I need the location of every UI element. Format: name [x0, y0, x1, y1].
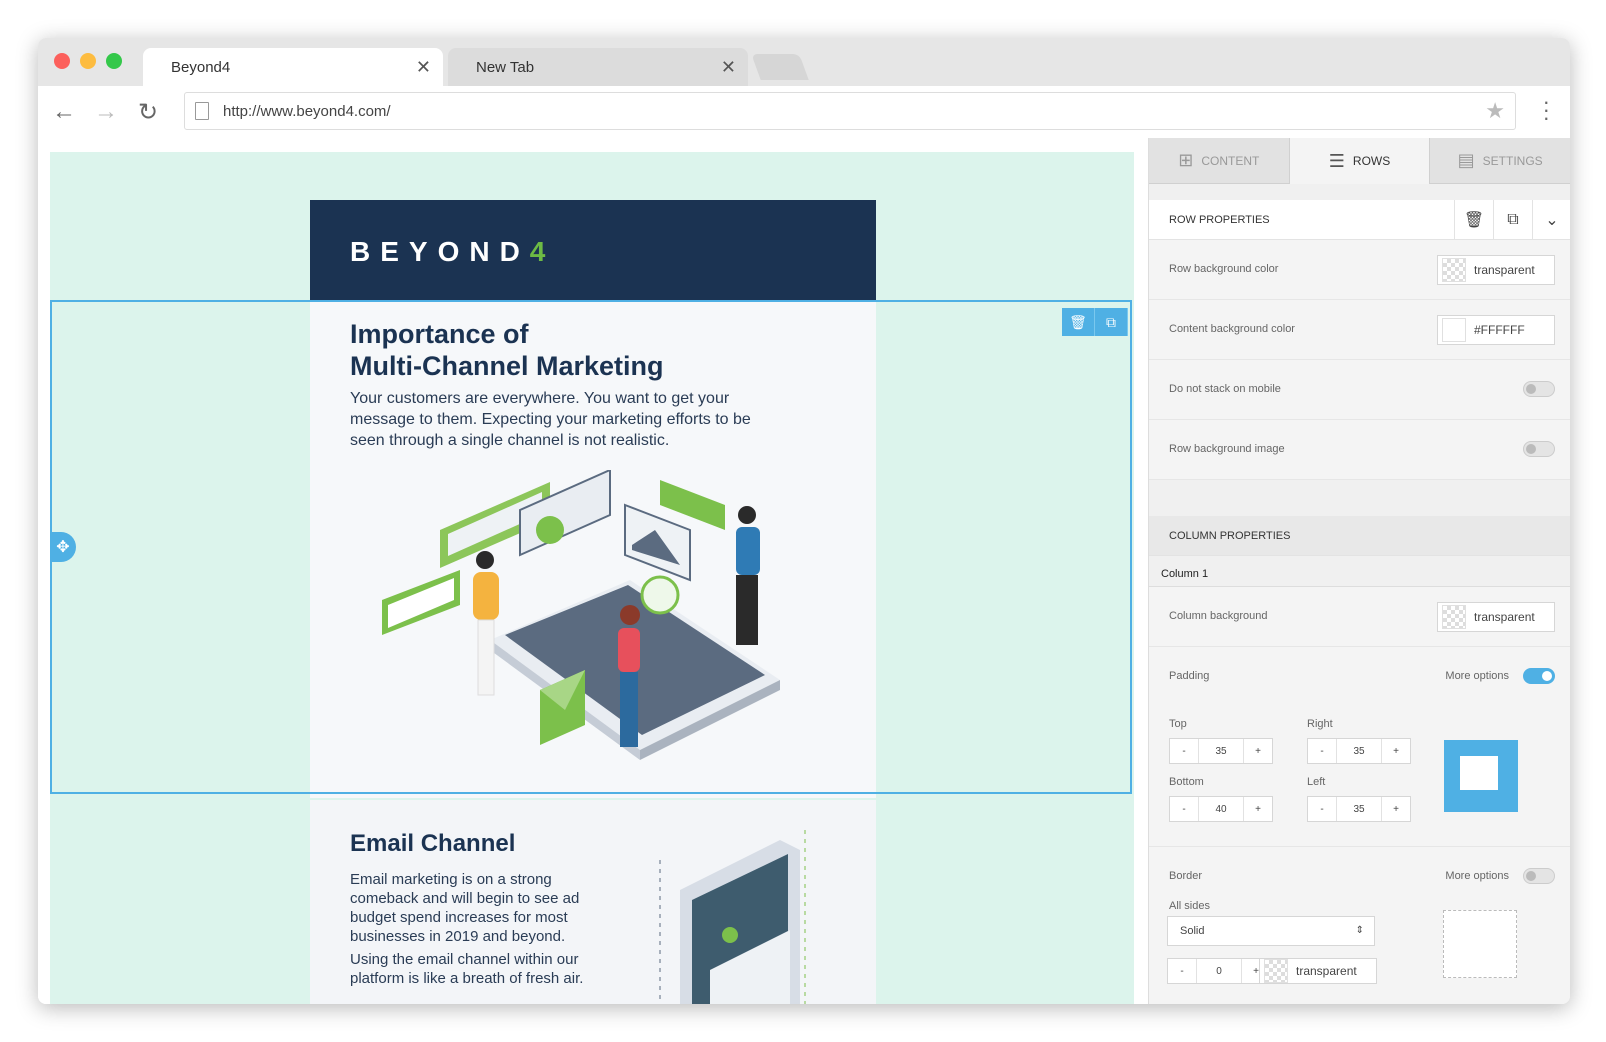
- reload-icon[interactable]: ↻: [138, 98, 158, 127]
- border-color-picker[interactable]: transparent: [1259, 958, 1377, 984]
- color-swatch: [1442, 318, 1466, 342]
- selected-row-outline[interactable]: [50, 300, 1132, 794]
- padding-left-label: Left: [1307, 776, 1326, 788]
- content-background-color-prop: Content background color #FFFFFF: [1149, 300, 1570, 360]
- row-background-color-prop: Row background color transparent: [1149, 240, 1570, 300]
- border-style-select[interactable]: Solid ⇕: [1167, 916, 1375, 946]
- content-background-color-picker[interactable]: #FFFFFF: [1437, 315, 1555, 345]
- email-device-illustration: [659, 830, 806, 1004]
- close-tab-icon[interactable]: ✕: [416, 57, 431, 78]
- url-text: http://www.beyond4.com/: [223, 102, 391, 120]
- column-background-color-picker[interactable]: transparent: [1437, 602, 1555, 632]
- decrement-button[interactable]: -: [1308, 797, 1336, 821]
- sidebar-tabs: ⊞ CONTENT ☰ ROWS ▤ SETTINGS: [1149, 138, 1570, 184]
- section-paragraph: Email marketing is on a strong comeback …: [350, 871, 580, 945]
- border-width-stepper: - 0 +: [1167, 958, 1271, 984]
- logo-row[interactable]: BEYOND4: [310, 200, 876, 300]
- decrement-button[interactable]: -: [1308, 739, 1336, 763]
- tab-content[interactable]: ⊞ CONTENT: [1149, 138, 1290, 184]
- padding-right-value[interactable]: 35: [1336, 739, 1382, 763]
- properties-sidebar: ⊞ CONTENT ☰ ROWS ▤ SETTINGS ROW PROPERTI…: [1148, 138, 1570, 1004]
- padding-more-options-toggle[interactable]: [1523, 668, 1555, 684]
- border-more-options-toggle[interactable]: [1523, 868, 1555, 884]
- window-controls: [54, 53, 122, 69]
- settings-list-icon: ▤: [1457, 150, 1475, 170]
- browser-window: Beyond4 ✕ New Tab ✕ ← → ↻ http://www.bey…: [38, 38, 1570, 1004]
- color-swatch: [1442, 258, 1466, 282]
- minimize-window-button[interactable]: [80, 53, 96, 69]
- decrement-button[interactable]: -: [1170, 797, 1198, 821]
- padding-preview-icon: [1444, 740, 1518, 812]
- increment-button[interactable]: +: [1244, 797, 1272, 821]
- section-title: Email Channel: [350, 830, 516, 857]
- editor-canvas: BEYOND4 Importance of Multi-Channel Mark…: [38, 138, 1148, 1004]
- tab-new-tab[interactable]: New Tab ✕: [448, 48, 748, 86]
- border-preview-icon: [1443, 910, 1517, 978]
- new-tab-button[interactable]: [751, 54, 809, 80]
- close-window-button[interactable]: [54, 53, 70, 69]
- duplicate-row-icon[interactable]: ⧉: [1095, 308, 1128, 336]
- increment-button[interactable]: +: [1382, 797, 1410, 821]
- padding-bottom-value[interactable]: 40: [1198, 797, 1244, 821]
- padding-top-value[interactable]: 35: [1198, 739, 1244, 763]
- tab-settings[interactable]: ▤ SETTINGS: [1430, 138, 1570, 184]
- row-background-image-toggle[interactable]: [1523, 441, 1555, 457]
- select-arrows-icon: ⇕: [1355, 925, 1364, 936]
- border-width-value[interactable]: 0: [1196, 959, 1242, 983]
- url-field[interactable]: http://www.beyond4.com/ ★: [184, 92, 1516, 130]
- padding-left-stepper: - 35 +: [1307, 796, 1411, 822]
- section-paragraph: Using the email channel within our platf…: [350, 951, 584, 987]
- tab-title: Beyond4: [171, 58, 231, 76]
- trash-icon[interactable]: 🗑: [1454, 200, 1493, 240]
- padding-left-value[interactable]: 35: [1336, 797, 1382, 821]
- column-background-prop: Column background transparent: [1149, 587, 1570, 647]
- beyond4-logo: BEYOND4: [350, 236, 546, 267]
- padding-bottom-stepper: - 40 +: [1169, 796, 1273, 822]
- all-sides-label: All sides: [1169, 900, 1210, 912]
- color-swatch: [1442, 605, 1466, 629]
- padding-right-label: Right: [1307, 718, 1333, 730]
- tab-title: New Tab: [476, 58, 535, 76]
- email-channel-row[interactable]: Email Channel Email marketing is on a st…: [310, 800, 876, 1004]
- decrement-button[interactable]: -: [1168, 959, 1196, 983]
- decrement-button[interactable]: -: [1170, 739, 1198, 763]
- bookmark-star-icon[interactable]: ★: [1485, 98, 1505, 124]
- rows-icon: ☰: [1328, 150, 1345, 171]
- grid-icon: ⊞: [1178, 150, 1194, 170]
- tab-beyond4[interactable]: Beyond4 ✕: [143, 48, 443, 86]
- duplicate-icon[interactable]: ⧉: [1493, 200, 1532, 240]
- page-icon: [195, 102, 209, 120]
- padding-bottom-label: Bottom: [1169, 776, 1204, 788]
- do-not-stack-prop: Do not stack on mobile: [1149, 360, 1570, 420]
- padding-top-label: Top: [1169, 718, 1187, 730]
- delete-row-trash-icon[interactable]: 🗑: [1062, 308, 1095, 336]
- forward-arrow-icon[interactable]: →: [94, 98, 118, 126]
- row-properties-actions: 🗑 ⧉ ⌄: [1454, 200, 1570, 240]
- increment-button[interactable]: +: [1382, 739, 1410, 763]
- tab-column-1[interactable]: Column 1: [1159, 562, 1211, 588]
- padding-more-options-label: More options: [1445, 670, 1509, 682]
- color-swatch: [1264, 959, 1288, 983]
- border-more-options-label: More options: [1445, 870, 1509, 882]
- row-toolbar: 🗑 ⧉: [1062, 308, 1128, 336]
- close-tab-icon[interactable]: ✕: [721, 57, 736, 78]
- tab-bar: Beyond4 ✕ New Tab ✕: [38, 38, 1570, 86]
- row-properties-header: ROW PROPERTIES 🗑 ⧉ ⌄: [1149, 200, 1570, 240]
- maximize-window-button[interactable]: [106, 53, 122, 69]
- tab-rows[interactable]: ☰ ROWS: [1289, 138, 1431, 184]
- menu-kebab-icon[interactable]: · · ·: [1543, 91, 1550, 129]
- column-properties-header: COLUMN PROPERTIES: [1149, 516, 1570, 556]
- increment-button[interactable]: +: [1244, 739, 1272, 763]
- row-background-image-prop: Row background image: [1149, 420, 1570, 480]
- address-bar: ← → ↻ http://www.beyond4.com/ ★ · · ·: [38, 86, 1570, 139]
- row-background-color-picker[interactable]: transparent: [1437, 255, 1555, 285]
- do-not-stack-toggle[interactable]: [1523, 381, 1555, 397]
- padding-right-stepper: - 35 +: [1307, 738, 1411, 764]
- back-arrow-icon[interactable]: ←: [52, 98, 76, 126]
- padding-top-stepper: - 35 +: [1169, 738, 1273, 764]
- chevron-down-icon[interactable]: ⌄: [1532, 200, 1570, 240]
